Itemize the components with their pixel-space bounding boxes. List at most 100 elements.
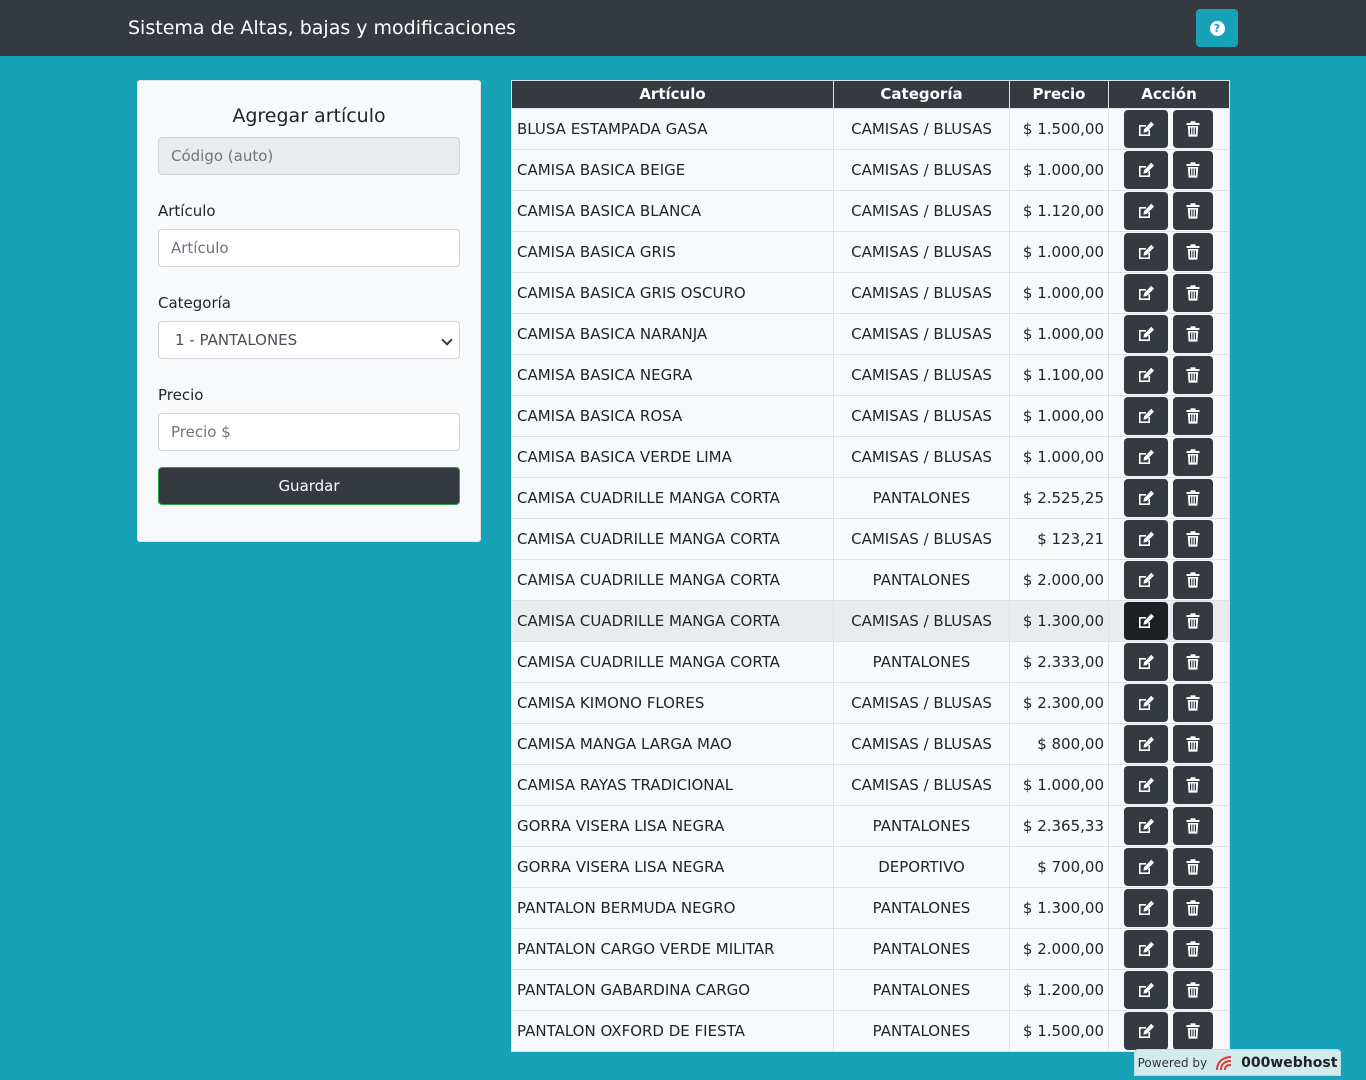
delete-button[interactable] (1173, 971, 1213, 1009)
header-accion: Acción (1108, 80, 1230, 109)
edit-icon (1137, 490, 1155, 506)
delete-button[interactable] (1173, 274, 1213, 312)
trash-icon (1186, 859, 1200, 875)
edit-button[interactable] (1124, 520, 1168, 558)
cell-categoria: CAMISAS / BLUSAS (833, 190, 1010, 232)
edit-button[interactable] (1124, 684, 1168, 722)
price-input[interactable]: Precio $ (158, 413, 460, 451)
edit-button[interactable] (1124, 151, 1168, 189)
cell-precio: $ 1.200,00 (1009, 969, 1109, 1011)
edit-button[interactable] (1124, 766, 1168, 804)
edit-button[interactable] (1124, 397, 1168, 435)
app-title: Sistema de Altas, bajas y modificaciones (128, 17, 517, 39)
cell-precio: $ 2.365,33 (1009, 805, 1109, 847)
cell-categoria: CAMISAS / BLUSAS (833, 764, 1010, 806)
delete-button[interactable] (1173, 397, 1213, 435)
webhost-brand: 000webhost (1241, 1054, 1338, 1071)
cell-accion (1108, 805, 1230, 847)
edit-button[interactable] (1124, 807, 1168, 845)
edit-button[interactable] (1124, 602, 1168, 640)
cell-categoria: PANTALONES (833, 477, 1010, 519)
edit-button[interactable] (1124, 110, 1168, 148)
edit-button[interactable] (1124, 233, 1168, 271)
edit-icon (1137, 695, 1155, 711)
save-button[interactable]: Guardar (158, 467, 460, 505)
delete-button[interactable] (1173, 561, 1213, 599)
cell-categoria: CAMISAS / BLUSAS (833, 272, 1010, 314)
article-label: Artículo (158, 202, 216, 220)
edit-icon (1137, 941, 1155, 957)
trash-icon (1186, 531, 1200, 547)
edit-button[interactable] (1124, 274, 1168, 312)
delete-button[interactable] (1173, 848, 1213, 886)
edit-button[interactable] (1124, 971, 1168, 1009)
header-articulo[interactable]: Artículo (511, 80, 834, 109)
edit-button[interactable] (1124, 438, 1168, 476)
trash-icon (1186, 244, 1200, 260)
cell-articulo: PANTALON CARGO VERDE MILITAR (511, 928, 834, 970)
cell-accion (1108, 354, 1230, 396)
article-input[interactable]: Artículo (158, 229, 460, 267)
edit-button[interactable] (1124, 561, 1168, 599)
edit-button[interactable] (1124, 315, 1168, 353)
cell-precio: $ 1.000,00 (1009, 436, 1109, 478)
delete-button[interactable] (1173, 766, 1213, 804)
delete-button[interactable] (1173, 1012, 1213, 1050)
delete-button[interactable] (1173, 192, 1213, 230)
delete-button[interactable] (1173, 643, 1213, 681)
edit-icon (1137, 367, 1155, 383)
edit-icon (1137, 654, 1155, 670)
cell-precio: $ 1.000,00 (1009, 313, 1109, 355)
header-categoria[interactable]: Categoría (833, 80, 1010, 109)
edit-button[interactable] (1124, 725, 1168, 763)
cell-articulo: CAMISA CUADRILLE MANGA CORTA (511, 600, 834, 642)
trash-icon (1186, 572, 1200, 588)
question-circle-icon: ? (1209, 20, 1225, 36)
delete-button[interactable] (1173, 151, 1213, 189)
cell-categoria: PANTALONES (833, 887, 1010, 929)
delete-button[interactable] (1173, 315, 1213, 353)
delete-button[interactable] (1173, 110, 1213, 148)
cell-categoria: CAMISAS / BLUSAS (833, 518, 1010, 560)
cell-precio: $ 1.300,00 (1009, 887, 1109, 929)
cell-precio: $ 123,21 (1009, 518, 1109, 560)
delete-button[interactable] (1173, 438, 1213, 476)
delete-button[interactable] (1173, 356, 1213, 394)
table-row: CAMISA CUADRILLE MANGA CORTA CAMISAS / BL… (511, 518, 1230, 560)
edit-button[interactable] (1124, 479, 1168, 517)
delete-button[interactable] (1173, 930, 1213, 968)
delete-button[interactable] (1173, 233, 1213, 271)
edit-button[interactable] (1124, 889, 1168, 927)
edit-button[interactable] (1124, 192, 1168, 230)
help-button[interactable]: ? (1196, 9, 1238, 47)
powered-by-badge[interactable]: Powered by 000webhost (1134, 1049, 1341, 1076)
edit-button[interactable] (1124, 1012, 1168, 1050)
category-label: Categoría (158, 294, 232, 312)
cell-accion (1108, 682, 1230, 724)
delete-button[interactable] (1173, 520, 1213, 558)
cell-articulo: CAMISA BASICA NARANJA (511, 313, 834, 355)
cell-accion (1108, 1010, 1230, 1052)
cell-accion (1108, 969, 1230, 1011)
table-row: GORRA VISERA LISA NEGRA DEPORTIVO $ 700,00 (511, 846, 1230, 888)
edit-button[interactable] (1124, 643, 1168, 681)
delete-button[interactable] (1173, 889, 1213, 927)
delete-button[interactable] (1173, 684, 1213, 722)
edit-button[interactable] (1124, 356, 1168, 394)
delete-button[interactable] (1173, 725, 1213, 763)
edit-button[interactable] (1124, 930, 1168, 968)
trash-icon (1186, 285, 1200, 301)
delete-button[interactable] (1173, 602, 1213, 640)
trash-icon (1186, 818, 1200, 834)
cell-articulo: CAMISA RAYAS TRADICIONAL (511, 764, 834, 806)
delete-button[interactable] (1173, 479, 1213, 517)
header-precio[interactable]: Precio (1009, 80, 1109, 109)
category-select[interactable]: 1 - PANTALONES (158, 321, 460, 359)
cell-articulo: CAMISA KIMONO FLORES (511, 682, 834, 724)
chevron-down-icon (441, 334, 453, 346)
delete-button[interactable] (1173, 807, 1213, 845)
table-row: CAMISA BASICA NEGRA CAMISAS / BLUSAS $ 1.1… (511, 354, 1230, 396)
edit-button[interactable] (1124, 848, 1168, 886)
trash-icon (1186, 162, 1200, 178)
edit-icon (1137, 531, 1155, 547)
